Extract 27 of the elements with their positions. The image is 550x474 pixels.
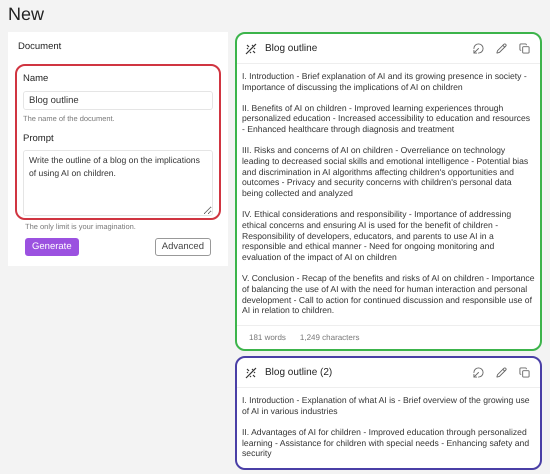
paragraph: III. Risks and concerns of AI on children - Overreliance on technology leading to decreased social skills and emotional intelligence - Potential bias and discrimination in AI algorithms affecting children's opportunities and outcomes - Privacy and security concerns with children's personal data being collected and analyzed bbox=[242, 144, 530, 199]
advanced-button[interactable]: Advanced bbox=[154, 238, 211, 256]
card-title: Blog outline (2) bbox=[265, 366, 332, 380]
regenerate-icon[interactable] bbox=[473, 367, 484, 378]
field-label: Prompt bbox=[23, 132, 55, 146]
paragraph: V. Conclusion - Recap of the benefits and risks of AI on children - Importance of balancing the use of AI with the need for human interaction and personal development - Call to action for continued discussion and responsible use of AI in relation to children. bbox=[242, 272, 535, 316]
paragraph: II. Benefits of AI on children - Improved learning experiences through personalized education - Increased accessibility to education and resources - Enhanced healthcare through diagnosis and treatment bbox=[242, 102, 532, 135]
paragraph: I. Introduction - Explanation of what AI is - Brief overview of the growing use of AI in various industries bbox=[242, 395, 531, 417]
edit-icon[interactable] bbox=[496, 367, 507, 378]
field-label: Name bbox=[23, 72, 50, 86]
character-count: 1,249 characters bbox=[300, 332, 360, 344]
edit-icon[interactable] bbox=[496, 43, 507, 54]
card-title: Blog outline bbox=[265, 42, 318, 56]
copy-icon[interactable] bbox=[519, 43, 530, 54]
regenerate-icon[interactable] bbox=[473, 43, 484, 54]
magic-icon bbox=[245, 42, 257, 54]
paragraph: IV. Ethical considerations and responsibility - Importance of addressing ethical concerns and ensuring AI is used for the benefit of children - Responsibility of developers, educators, and parents to use AI in a responsible and ethical manner - Need for ongoing monitoring and evaluation of the impact of AI on children bbox=[242, 208, 512, 263]
page-title: New bbox=[8, 3, 46, 26]
copy-icon[interactable] bbox=[519, 367, 530, 378]
card-title: Document bbox=[18, 40, 62, 54]
paragraph: I. Introduction - Brief explanation of AI and its growing presence in society - Importance of discussing the implications of AI on children bbox=[242, 71, 528, 93]
prompt-field[interactable]: Write the outline of a blog on the implications of using AI on children. bbox=[23, 150, 213, 216]
word-count: 181 words bbox=[249, 332, 286, 344]
paragraph: II. Advantages of AI for children - Improved education through personalized learning - Assistance for children with special needs - Enhancing safety and security bbox=[242, 426, 530, 460]
name-field[interactable]: Blog outline bbox=[23, 90, 213, 110]
generate-button[interactable]: Generate bbox=[25, 238, 79, 256]
magic-icon bbox=[245, 366, 257, 379]
